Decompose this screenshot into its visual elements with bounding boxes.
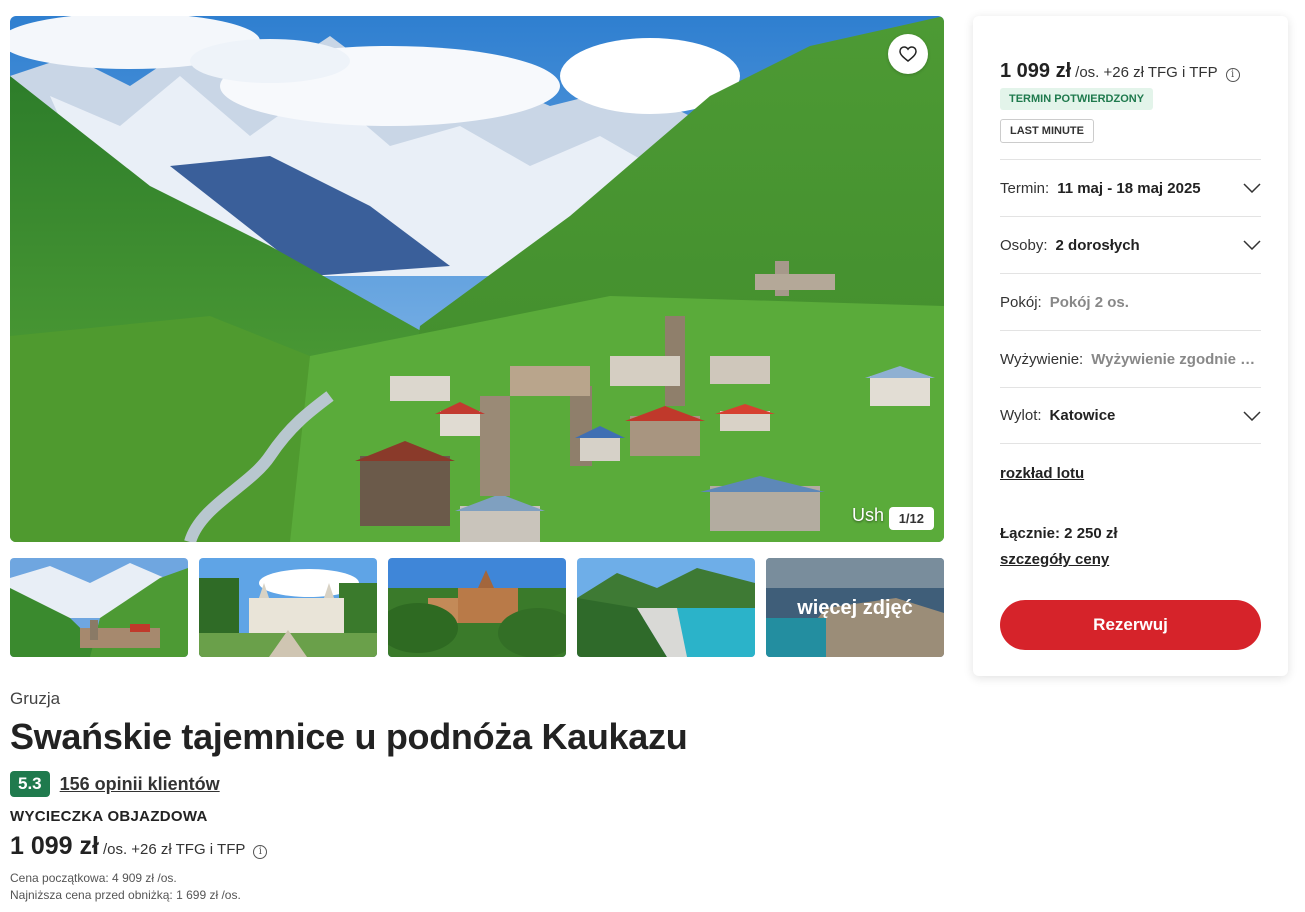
favorite-button[interactable] [888,34,928,74]
rating-row: 5.3 156 opinii klientów [10,771,220,797]
photo-caption: Ush [851,505,884,525]
persons-value: 2 dorosłych [1055,236,1140,254]
departure-select[interactable]: Wylot: Katowice [1000,387,1261,444]
mountain-village-photo [10,16,944,542]
village-thumbnail [10,558,188,657]
chevron-down-icon [1243,410,1261,421]
flight-schedule-link[interactable]: rozkład lotu [1000,465,1084,482]
more-photos-label: więcej zdjęć [766,558,944,657]
chevron-down-icon [1243,240,1261,250]
last-minute-badge: LAST MINUTE [1000,119,1094,143]
persons-label: Osoby: [1000,236,1048,254]
room-label: Pokój: [1000,293,1042,311]
booking-card: 1 099 zł /os. +26 zł TFG i TFP i TERMIN … [973,16,1288,676]
persons-select[interactable]: Osoby: 2 dorosłych [1000,216,1261,273]
booking-price-amount: 1 099 zł [1000,60,1072,82]
room-value: Pokój 2 os. [1049,293,1129,311]
board-value: Wyżywienie zgodnie z programem [1091,350,1261,368]
original-price: Cena początkowa: 4 909 zł /os. [10,871,177,885]
price-suffix: /os. +26 zł TFG i TFP [102,841,246,858]
chevron-down-icon [1243,183,1261,193]
board-select[interactable]: Wyżywienie: Wyżywienie zgodnie z program… [1000,330,1261,387]
term-label: Termin: [1000,179,1050,197]
term-value: 11 maj - 18 maj 2025 [1057,179,1201,197]
heart-icon [899,46,917,62]
thumbnail-4[interactable] [577,558,755,657]
reserve-button[interactable]: Rezerwuj [1000,600,1261,650]
reviews-link[interactable]: 156 opinii klientów [60,774,220,795]
term-select[interactable]: Termin: 11 maj - 18 maj 2025 [1000,159,1261,216]
departure-label: Wylot: [1000,407,1042,424]
total-price: Łącznie: 2 250 zł [1000,525,1118,542]
term-confirmed-badge: TERMIN POTWIERDZONY [1000,88,1154,110]
room-select[interactable]: Pokój: Pokój 2 os. [1000,273,1261,330]
info-icon[interactable]: i [1225,68,1240,82]
price-details-link[interactable]: szczegóły ceny [1000,551,1109,568]
main-photo[interactable]: Ush 1/12 [10,16,944,542]
thumbnail-more[interactable]: więcej zdjęć [766,558,944,657]
thumbnail-3[interactable] [388,558,566,657]
dam-lake-thumbnail [577,558,755,657]
trip-type-label: WYCIECZKA OBJAZDOWA [10,808,208,825]
info-icon[interactable]: i [253,845,268,859]
departure-value: Katowice [1049,407,1116,424]
rating-badge: 5.3 [10,771,50,797]
page-title: Swańskie tajemnice u podnóża Kaukazu [10,716,688,757]
board-label: Wyżywienie: [1000,350,1084,368]
photo-counter: 1/12 [888,507,934,530]
thumbnail-2[interactable] [199,558,377,657]
offer-price: 1 099 zł /os. +26 zł TFG i TFP i [10,832,268,861]
booking-price: 1 099 zł /os. +26 zł TFG i TFP i [1000,60,1240,83]
country-label: Gruzja [10,689,61,708]
booking-price-suffix: /os. +26 zł TFG i TFP [1075,64,1218,81]
thumbnail-1[interactable] [10,558,188,657]
palace-thumbnail [199,558,377,657]
price-amount: 1 099 zł [10,832,99,860]
thumbnail-strip: więcej zdjęć [10,558,944,657]
monastery-thumbnail [388,558,566,657]
lowest-price-note: Najniższa cena przed obniżką: 1 699 zł /… [10,888,241,902]
